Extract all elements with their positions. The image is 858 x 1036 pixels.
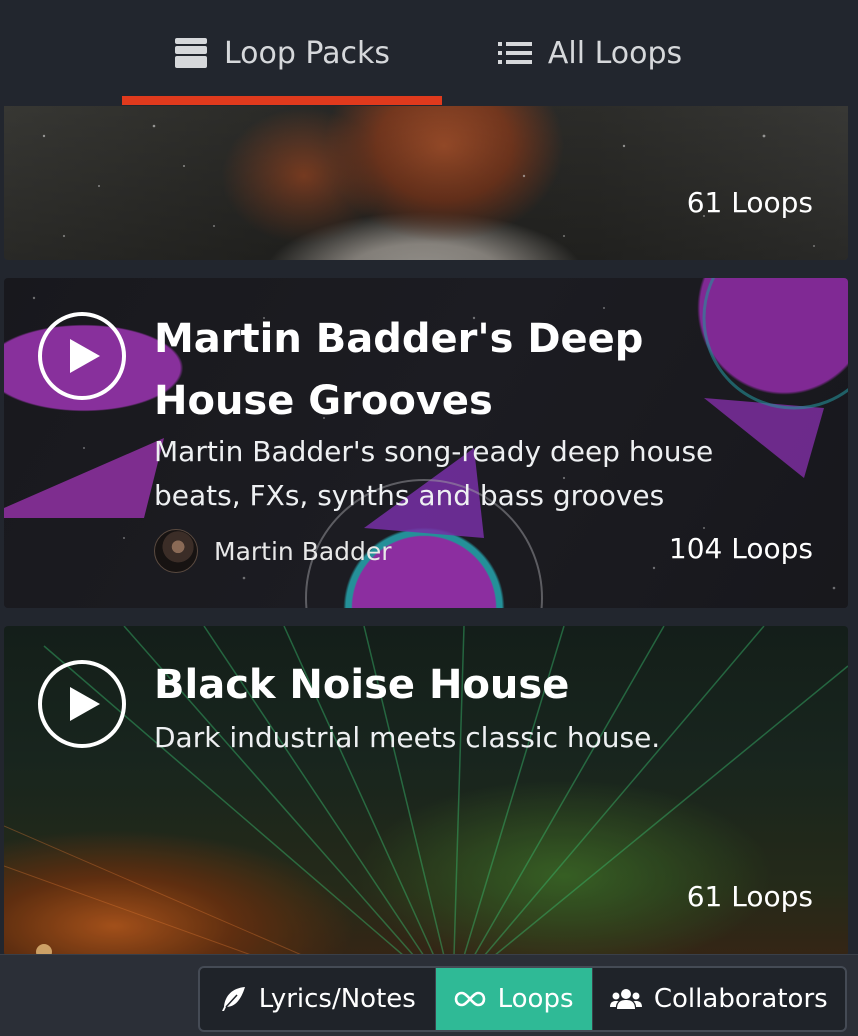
- pack-author[interactable]: Martin Badder: [154, 529, 392, 573]
- play-icon: [70, 687, 100, 721]
- loops-button[interactable]: Loops: [435, 968, 593, 1030]
- avatar: [154, 529, 198, 573]
- tab-all-loops-label: All Loops: [547, 35, 683, 71]
- loop-count: 104 Loops: [668, 532, 813, 565]
- lyrics-notes-button[interactable]: Lyrics/Notes: [200, 968, 436, 1030]
- tab-all-loops[interactable]: All Loops: [442, 0, 738, 106]
- pack-title: Black Noise House: [154, 662, 570, 708]
- bottom-bar: Lyrics/Notes Loops Collaborators: [0, 954, 858, 1036]
- list-icon: [497, 40, 532, 66]
- loop-pack-card[interactable]: 61 Loops: [4, 106, 848, 260]
- collaborators-label: Collaborators: [653, 984, 828, 1014]
- loop-pack-card[interactable]: Martin Badder's Deep House Grooves Marti…: [4, 278, 848, 608]
- app: Loop Packs All Loops 61 Loops Martin Bad…: [0, 0, 858, 1036]
- collaborators-button[interactable]: Collaborators: [593, 968, 845, 1030]
- bottom-segmented-control: Lyrics/Notes Loops Collaborators: [198, 966, 847, 1032]
- play-button[interactable]: [38, 312, 126, 400]
- loop-pack-card[interactable]: Black Noise House Dark industrial meets …: [4, 626, 848, 956]
- loop-count: 61 Loops: [686, 880, 813, 913]
- loops-label: Loops: [497, 984, 574, 1014]
- lyrics-notes-label: Lyrics/Notes: [258, 984, 416, 1014]
- pack-description: Dark industrial meets classic house.: [154, 721, 661, 754]
- play-icon: [70, 339, 100, 373]
- pack-title: Martin Badder's Deep House Grooves: [154, 316, 644, 424]
- tab-loop-packs-label: Loop Packs: [223, 35, 391, 71]
- cover-shade: [4, 106, 848, 260]
- feather-icon: [219, 985, 247, 1013]
- stack-icon: [174, 36, 208, 70]
- loop-count: 61 Loops: [686, 186, 813, 219]
- active-tab-indicator: [122, 96, 442, 105]
- play-button[interactable]: [38, 660, 126, 748]
- author-name: Martin Badder: [214, 536, 392, 566]
- pack-description: Martin Badder's song-ready deep house be…: [154, 435, 714, 512]
- users-icon: [609, 987, 642, 1011]
- top-tabs: Loop Packs All Loops: [0, 0, 858, 106]
- infinity-icon: [454, 990, 486, 1008]
- tab-loop-packs[interactable]: Loop Packs: [122, 0, 442, 106]
